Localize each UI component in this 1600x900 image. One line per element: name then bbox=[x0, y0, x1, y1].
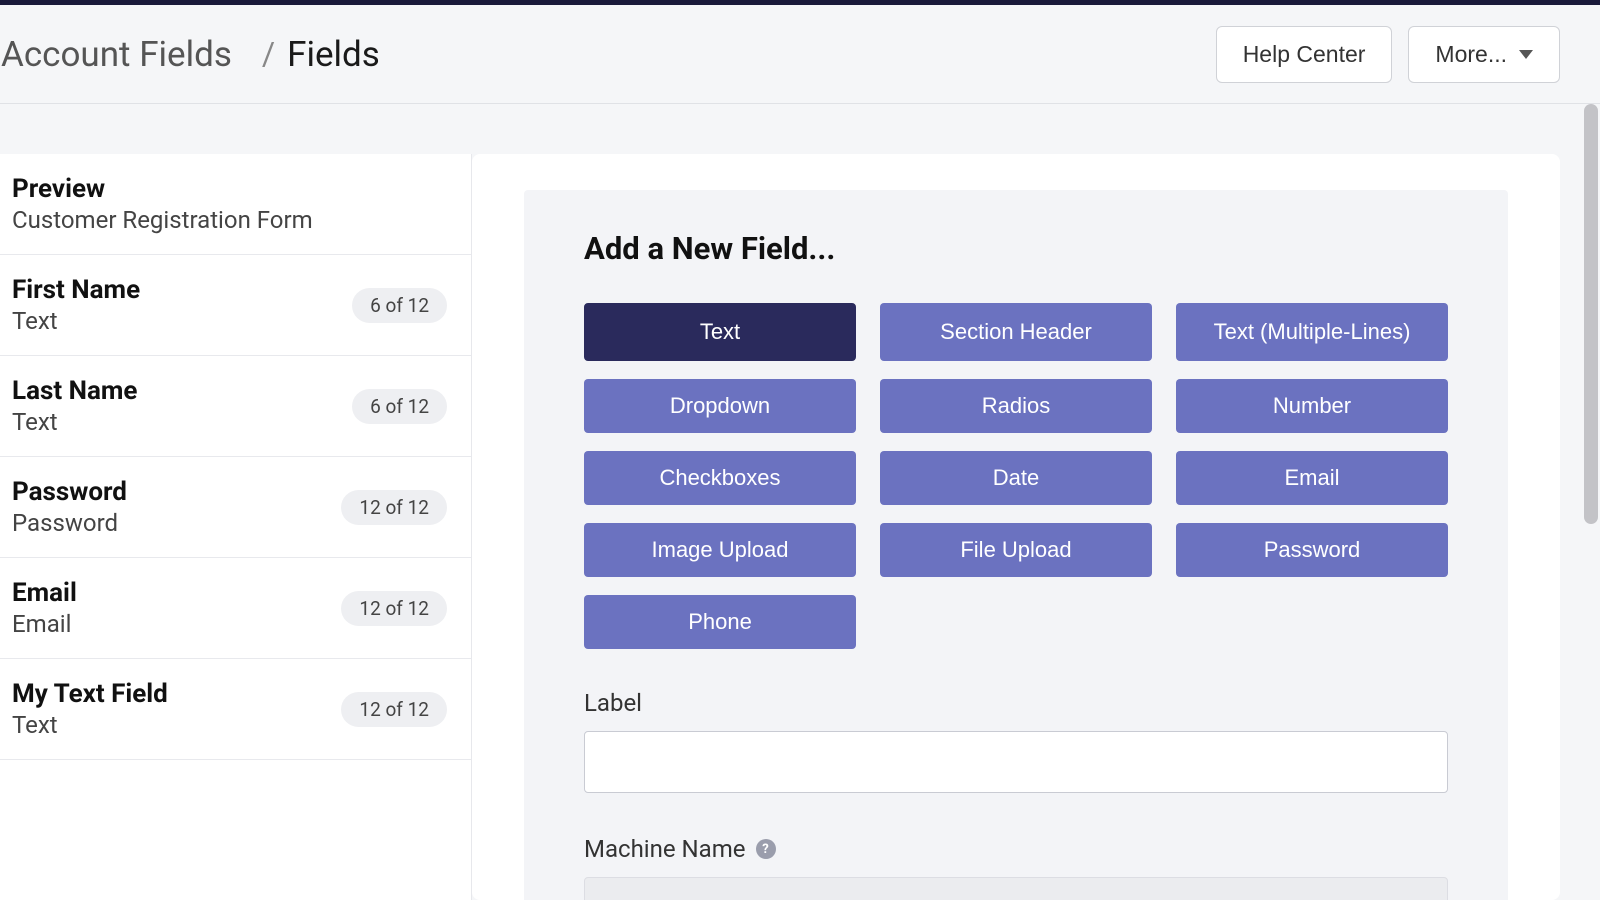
header-actions: Help Center More... bbox=[1216, 26, 1560, 83]
machine-name-input bbox=[584, 877, 1448, 900]
sidebar-preview-item[interactable]: Preview Customer Registration Form bbox=[0, 154, 471, 255]
sidebar-field-item[interactable]: My Text Field Text 12 of 12 bbox=[0, 659, 471, 760]
machine-name-label-text: Machine Name bbox=[584, 835, 746, 863]
more-label: More... bbox=[1435, 41, 1507, 68]
field-type-text-multiline[interactable]: Text (Multiple-Lines) bbox=[1176, 303, 1448, 361]
breadcrumb: Customer Account Fields / Fields bbox=[0, 34, 380, 75]
sidebar-field-type: Text bbox=[12, 711, 168, 739]
sidebar-field-width-badge: 12 of 12 bbox=[341, 490, 447, 525]
sidebar-field-width-badge: 6 of 12 bbox=[352, 389, 447, 424]
sidebar-field-item[interactable]: Last Name Text 6 of 12 bbox=[0, 356, 471, 457]
field-type-radios[interactable]: Radios bbox=[880, 379, 1152, 433]
field-type-image-upload[interactable]: Image Upload bbox=[584, 523, 856, 577]
page-header: Customer Account Fields / Fields Help Ce… bbox=[0, 5, 1600, 104]
sidebar-field-width-badge: 12 of 12 bbox=[341, 591, 447, 626]
page-scrollbar[interactable] bbox=[1583, 104, 1600, 900]
breadcrumb-current: Fields bbox=[287, 34, 380, 75]
label-field-label-text: Label bbox=[584, 689, 642, 717]
field-type-file-upload[interactable]: File Upload bbox=[880, 523, 1152, 577]
main-panel: Add a New Field... Text Section Header T… bbox=[472, 154, 1560, 900]
field-type-number[interactable]: Number bbox=[1176, 379, 1448, 433]
field-type-date[interactable]: Date bbox=[880, 451, 1152, 505]
sidebar-preview-title: Preview bbox=[12, 174, 313, 204]
add-field-heading: Add a New Field... bbox=[584, 230, 1448, 267]
add-field-panel: Add a New Field... Text Section Header T… bbox=[524, 190, 1508, 900]
chevron-down-icon bbox=[1519, 50, 1533, 59]
field-type-section-header[interactable]: Section Header bbox=[880, 303, 1152, 361]
sidebar-field-item[interactable]: Password Password 12 of 12 bbox=[0, 457, 471, 558]
body-wrap: Preview Customer Registration Form First… bbox=[0, 104, 1600, 900]
field-type-email[interactable]: Email bbox=[1176, 451, 1448, 505]
breadcrumb-parent[interactable]: Customer Account Fields bbox=[0, 34, 250, 75]
field-type-phone[interactable]: Phone bbox=[584, 595, 856, 649]
sidebar-field-title: First Name bbox=[12, 275, 140, 305]
sidebar-field-title: Last Name bbox=[12, 376, 137, 406]
help-center-button[interactable]: Help Center bbox=[1216, 26, 1393, 83]
sidebar-preview-subtitle: Customer Registration Form bbox=[12, 206, 313, 234]
sidebar-field-type: Text bbox=[12, 408, 137, 436]
sidebar-field-title: My Text Field bbox=[12, 679, 168, 709]
field-type-grid: Text Section Header Text (Multiple-Lines… bbox=[584, 303, 1448, 649]
sidebar-field-item[interactable]: Email Email 12 of 12 bbox=[0, 558, 471, 659]
sidebar-field-title: Password bbox=[12, 477, 127, 507]
field-list-sidebar: Preview Customer Registration Form First… bbox=[0, 154, 472, 900]
label-input[interactable] bbox=[584, 731, 1448, 793]
more-button[interactable]: More... bbox=[1408, 26, 1560, 83]
field-type-dropdown[interactable]: Dropdown bbox=[584, 379, 856, 433]
breadcrumb-separator: / bbox=[250, 35, 287, 73]
sidebar-field-type: Password bbox=[12, 509, 127, 537]
sidebar-field-type: Email bbox=[12, 610, 77, 638]
sidebar-field-width-badge: 12 of 12 bbox=[341, 692, 447, 727]
page-scrollbar-thumb[interactable] bbox=[1584, 104, 1598, 524]
sidebar-field-width-badge: 6 of 12 bbox=[352, 288, 447, 323]
sidebar-field-title: Email bbox=[12, 578, 77, 608]
help-center-label: Help Center bbox=[1243, 41, 1366, 68]
label-field-label: Label bbox=[584, 689, 1448, 717]
field-type-checkboxes[interactable]: Checkboxes bbox=[584, 451, 856, 505]
sidebar-field-type: Text bbox=[12, 307, 140, 335]
field-type-password[interactable]: Password bbox=[1176, 523, 1448, 577]
field-type-text[interactable]: Text bbox=[584, 303, 856, 361]
sidebar-field-item[interactable]: First Name Text 6 of 12 bbox=[0, 255, 471, 356]
help-icon[interactable]: ? bbox=[756, 839, 776, 859]
machine-name-label: Machine Name ? bbox=[584, 835, 1448, 863]
